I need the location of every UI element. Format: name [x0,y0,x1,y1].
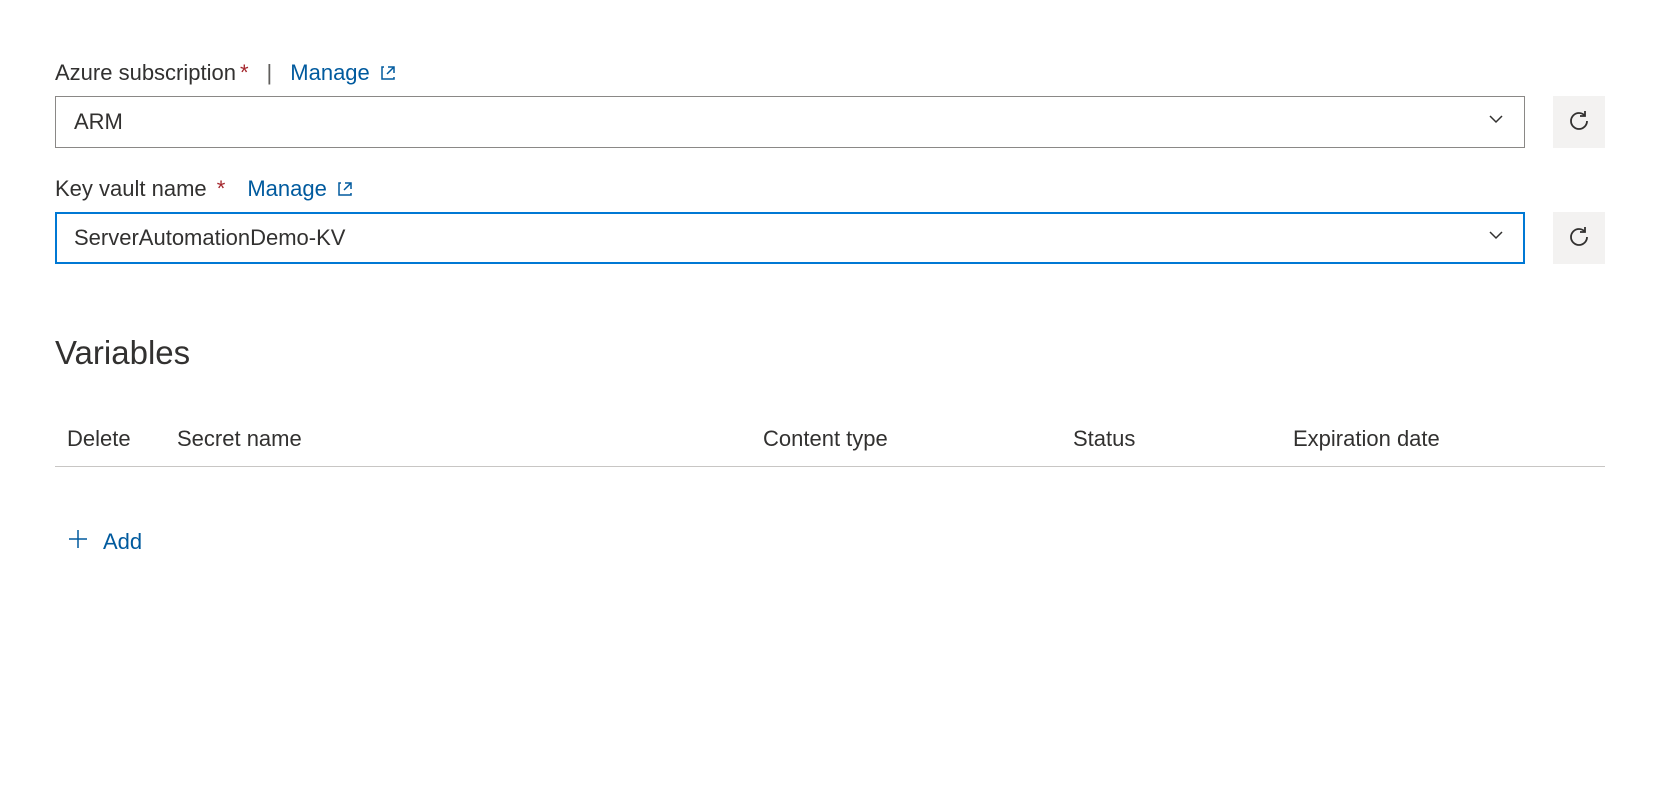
subscription-value: ARM [74,109,123,135]
keyvault-input-row: ServerAutomationDemo-KV [55,212,1605,264]
subscription-label: Azure subscription [55,60,236,86]
variables-heading: Variables [55,334,1605,372]
keyvault-label-row: Key vault name * Manage [55,176,1605,202]
column-content-type: Content type [763,426,1073,452]
azure-subscription-field: Azure subscription * | Manage ARM [55,60,1605,148]
refresh-keyvault-button[interactable] [1553,212,1605,264]
refresh-icon [1567,225,1591,252]
column-expiration: Expiration date [1293,426,1593,452]
add-button-label: Add [103,529,142,555]
column-status: Status [1073,426,1293,452]
subscription-label-row: Azure subscription * | Manage [55,60,1605,86]
manage-link-text: Manage [247,176,327,202]
external-link-icon [337,181,353,197]
required-indicator: * [217,176,226,201]
manage-link-text: Manage [290,60,370,86]
keyvault-field: Key vault name * Manage ServerAutomation… [55,176,1605,264]
column-secret-name: Secret name [177,426,763,452]
refresh-icon [1567,109,1591,136]
chevron-down-icon [1486,109,1506,135]
keyvault-label: Key vault name * [55,176,225,202]
external-link-icon [380,65,396,81]
keyvault-select[interactable]: ServerAutomationDemo-KV [55,212,1525,264]
required-indicator: * [240,60,249,86]
plus-icon [67,528,89,556]
chevron-down-icon [1486,225,1506,251]
subscription-input-row: ARM [55,96,1605,148]
manage-keyvault-link[interactable]: Manage [247,176,353,202]
keyvault-value: ServerAutomationDemo-KV [74,225,345,251]
add-variable-button[interactable]: Add [55,522,154,562]
subscription-select[interactable]: ARM [55,96,1525,148]
variables-table: Delete Secret name Content type Status E… [55,412,1605,467]
refresh-subscription-button[interactable] [1553,96,1605,148]
manage-subscription-link[interactable]: Manage [290,60,396,86]
label-separator: | [267,60,273,86]
table-header-row: Delete Secret name Content type Status E… [55,412,1605,467]
column-delete: Delete [67,426,177,452]
